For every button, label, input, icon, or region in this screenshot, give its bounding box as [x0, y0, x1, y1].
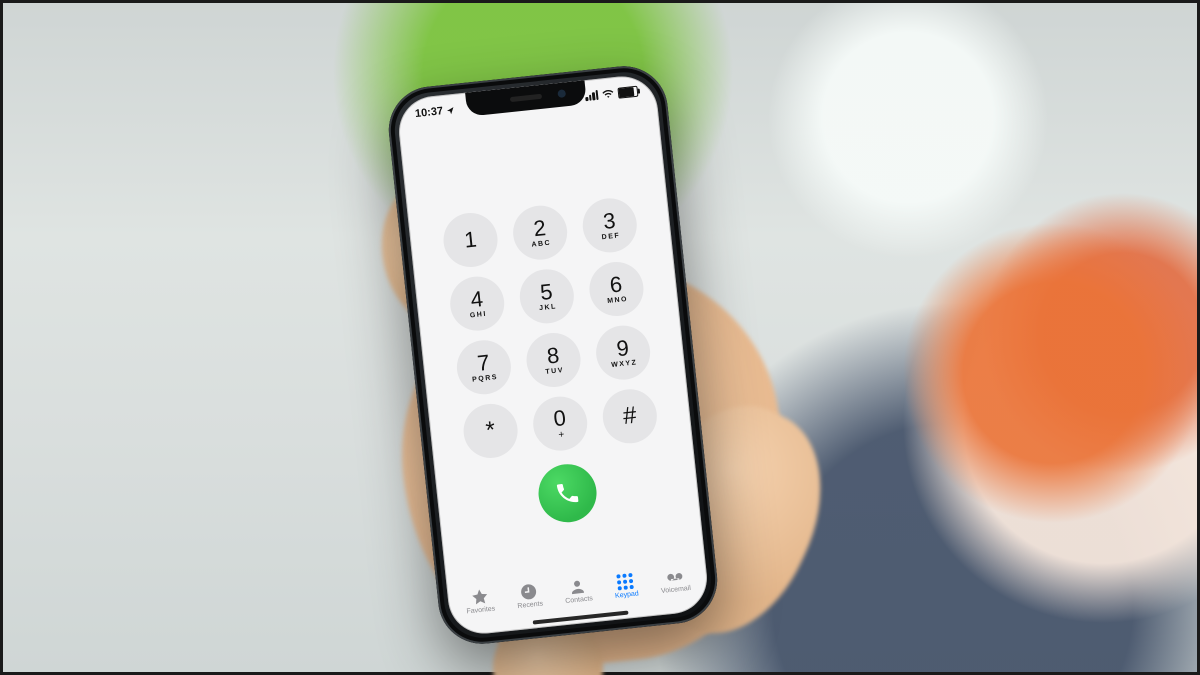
phone-screen: 10:37 1 2ABC 3DEF 4GHI 5JKL: [395, 73, 710, 637]
photo-scene: 10:37 1 2ABC 3DEF 4GHI 5JKL: [0, 0, 1200, 675]
tab-label: Recents: [517, 600, 543, 610]
call-button[interactable]: [536, 461, 600, 525]
keypad: 1 2ABC 3DEF 4GHI 5JKL 6MNO 7PQRS 8TUV 9W…: [408, 192, 700, 535]
key-4[interactable]: 4GHI: [448, 274, 507, 333]
key-7[interactable]: 7PQRS: [454, 338, 513, 397]
tab-label: Voicemail: [661, 585, 692, 595]
key-3[interactable]: 3DEF: [580, 196, 639, 255]
voicemail-icon: [665, 567, 685, 587]
battery-icon: [617, 85, 638, 98]
key-5[interactable]: 5JKL: [517, 267, 576, 326]
status-time: 10:37: [414, 105, 443, 120]
tab-keypad[interactable]: Keypad: [613, 571, 639, 599]
key-hash[interactable]: #: [600, 387, 659, 446]
iphone-device: 10:37 1 2ABC 3DEF 4GHI 5JKL: [384, 62, 721, 648]
tab-label: Keypad: [615, 590, 639, 599]
phone-icon: [553, 479, 582, 508]
clock-icon: [519, 582, 539, 602]
wifi-icon: [601, 87, 614, 100]
keypad-icon: [616, 572, 636, 592]
tab-label: Favorites: [466, 605, 495, 615]
tab-recents[interactable]: Recents: [515, 582, 543, 611]
tab-contacts[interactable]: Contacts: [563, 576, 593, 605]
tab-voicemail[interactable]: Voicemail: [659, 566, 692, 595]
key-1[interactable]: 1: [441, 210, 500, 269]
key-star[interactable]: *: [461, 401, 520, 460]
tab-favorites[interactable]: Favorites: [464, 587, 495, 616]
cellular-icon: [585, 90, 599, 101]
key-9[interactable]: 9WXYZ: [593, 323, 652, 382]
tab-label: Contacts: [565, 595, 593, 605]
contacts-icon: [568, 577, 588, 597]
key-8[interactable]: 8TUV: [524, 330, 583, 389]
key-2[interactable]: 2ABC: [510, 203, 569, 262]
location-icon: [446, 105, 456, 115]
star-icon: [470, 587, 490, 607]
key-6[interactable]: 6MNO: [587, 259, 646, 318]
key-0[interactable]: 0+: [531, 394, 590, 453]
